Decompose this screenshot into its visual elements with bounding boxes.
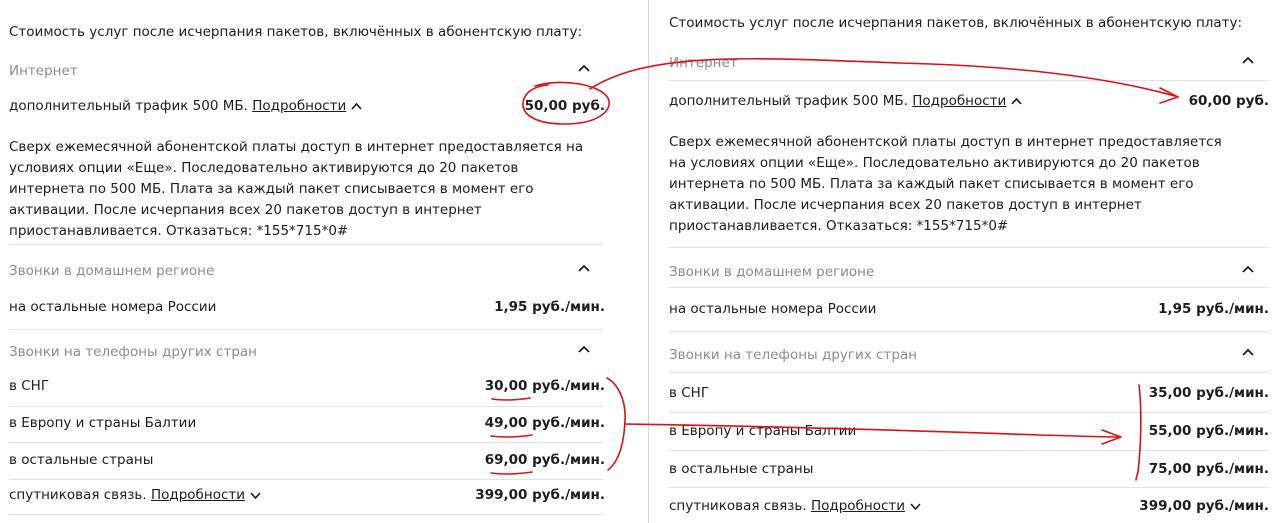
- section-intl-calls[interactable]: Звонки на телефоны других стран: [669, 344, 1269, 363]
- row-other-numbers: на остальные номера России 1,95 руб./мин…: [9, 299, 605, 319]
- other-countries-label: в остальные страны: [9, 452, 154, 468]
- satellite-details-link[interactable]: Подробности: [811, 498, 905, 514]
- europe-price: 49,00 руб./мин.: [484, 415, 605, 431]
- description-line: на условиях опции «Еще». Последовательно…: [669, 155, 1200, 171]
- europe-price: 55,00 руб./мин.: [1148, 423, 1269, 439]
- satellite-label: спутниковая связь. Подробности: [669, 498, 921, 514]
- section-header-home-calls: Звонки в домашнем регионе: [669, 264, 875, 280]
- tariff-title: Стоимость услуг после исчерпания пакетов…: [669, 15, 1243, 31]
- other-countries-price: 69,00 руб./мин.: [484, 452, 605, 468]
- chevron-up-icon[interactable]: [577, 61, 591, 75]
- divider: [9, 442, 603, 443]
- europe-label: в Европу и страны Балтии: [9, 415, 197, 431]
- divider: [669, 487, 1269, 488]
- satellite-price: 399,00 руб./мин.: [1139, 498, 1269, 514]
- cis-label: в СНГ: [9, 378, 50, 394]
- chevron-up-icon[interactable]: [577, 342, 591, 356]
- cis-price: 35,00 руб./мин.: [1148, 385, 1269, 401]
- description-line: Сверх ежемесячной абонентской платы дост…: [669, 134, 1222, 150]
- extra-traffic-label: дополнительный трафик 500 МБ. Подробност…: [9, 98, 362, 114]
- internet-description: Сверх ежемесячной абонентской платы дост…: [9, 137, 609, 242]
- chevron-up-icon[interactable]: [1241, 345, 1255, 359]
- divider: [669, 247, 1269, 248]
- extra-traffic-text: дополнительный трафик 500 МБ.: [9, 98, 248, 114]
- extra-traffic-label: дополнительный трафик 500 МБ. Подробност…: [669, 93, 1022, 109]
- divider: [669, 80, 1269, 81]
- description-line: активации. После исчерпания всех 20 паке…: [9, 202, 482, 218]
- chevron-down-icon[interactable]: [910, 502, 921, 510]
- description-line: активации. После исчерпания всех 20 паке…: [669, 197, 1142, 213]
- row-extra-traffic: дополнительный трафик 500 МБ. Подробност…: [669, 93, 1269, 113]
- description-line: интернета по 500 МБ. Плата за каждый пак…: [9, 181, 534, 197]
- satellite-label: спутниковая связь. Подробности: [9, 487, 261, 503]
- divider: [669, 372, 1269, 373]
- other-numbers-price: 1,95 руб./мин.: [1158, 301, 1269, 317]
- divider: [9, 406, 603, 407]
- extra-traffic-price: 50,00 руб.: [524, 98, 605, 114]
- section-home-calls[interactable]: Звонки в домашнем регионе: [669, 261, 1269, 280]
- extra-traffic-price: 60,00 руб.: [1188, 93, 1269, 109]
- row-europe: в Европу и страны Балтии 49,00 руб./мин.: [9, 415, 605, 435]
- chevron-down-icon[interactable]: [250, 491, 261, 499]
- row-cis: в СНГ 35,00 руб./мин.: [669, 385, 1269, 405]
- other-countries-price: 75,00 руб./мин.: [1148, 461, 1269, 477]
- row-cis: в СНГ 30,00 руб./мин.: [9, 378, 605, 398]
- details-link[interactable]: Подробности: [252, 98, 346, 114]
- section-internet[interactable]: Интернет: [669, 52, 1269, 71]
- row-satellite: спутниковая связь. Подробности 399,00 ру…: [9, 487, 605, 507]
- section-header-home-calls: Звонки в домашнем регионе: [9, 263, 215, 279]
- divider: [669, 331, 1269, 332]
- cis-price: 30,00 руб./мин.: [484, 378, 605, 394]
- tariff-title: Стоимость услуг после исчерпания пакетов…: [9, 24, 583, 40]
- divider: [9, 329, 603, 330]
- section-header-intl-calls: Звонки на телефоны других стран: [669, 347, 917, 363]
- satellite-text: спутниковая связь.: [9, 487, 147, 503]
- divider: [669, 287, 1269, 288]
- internet-description: Сверх ежемесячной абонентской платы дост…: [669, 132, 1269, 237]
- section-header-internet: Интернет: [9, 63, 78, 79]
- divider: [9, 514, 603, 515]
- details-link[interactable]: Подробности: [912, 93, 1006, 109]
- chevron-up-icon[interactable]: [351, 102, 362, 110]
- divider: [9, 479, 603, 480]
- chevron-up-icon[interactable]: [577, 261, 591, 275]
- other-countries-label: в остальные страны: [669, 461, 814, 477]
- divider: [669, 412, 1269, 413]
- row-other-countries: в остальные страны 69,00 руб./мин.: [9, 452, 605, 472]
- right-tariff-panel: Стоимость услуг после исчерпания пакетов…: [651, 0, 1280, 523]
- description-line: условиях опции «Еще». Последовательно ак…: [9, 160, 519, 176]
- left-tariff-panel: Стоимость услуг после исчерпания пакетов…: [0, 0, 626, 523]
- description-line: интернета по 500 МБ. Плата за каждый пак…: [669, 176, 1194, 192]
- chevron-up-icon[interactable]: [1011, 97, 1022, 105]
- description-line: Сверх ежемесячной абонентской платы дост…: [9, 139, 584, 155]
- europe-label: в Европу и страны Балтии: [669, 423, 857, 439]
- divider: [669, 450, 1269, 451]
- cis-label: в СНГ: [669, 385, 710, 401]
- satellite-price: 399,00 руб./мин.: [475, 487, 605, 503]
- other-numbers-label: на остальные номера России: [669, 301, 877, 317]
- divider: [9, 244, 603, 245]
- row-satellite: спутниковая связь. Подробности 399,00 ру…: [669, 498, 1269, 518]
- panel-divider: [648, 0, 649, 523]
- row-extra-traffic: дополнительный трафик 500 МБ. Подробност…: [9, 98, 605, 118]
- section-header-intl-calls: Звонки на телефоны других стран: [9, 344, 257, 360]
- row-europe: в Европу и страны Балтии 55,00 руб./мин.: [669, 423, 1269, 443]
- other-numbers-price: 1,95 руб./мин.: [494, 299, 605, 315]
- chevron-up-icon[interactable]: [1241, 53, 1255, 67]
- extra-traffic-text: дополнительный трафик 500 МБ.: [669, 93, 908, 109]
- section-home-calls[interactable]: Звонки в домашнем регионе: [9, 260, 605, 279]
- chevron-up-icon[interactable]: [1241, 262, 1255, 276]
- satellite-text: спутниковая связь.: [669, 498, 807, 514]
- satellite-details-link[interactable]: Подробности: [151, 487, 245, 503]
- row-other-countries: в остальные страны 75,00 руб./мин.: [669, 461, 1269, 481]
- description-line: приостанавливается. Отказаться: *155*715…: [669, 218, 1009, 234]
- description-line: приостанавливается. Отказаться: *155*715…: [9, 223, 349, 239]
- section-internet[interactable]: Интернет: [9, 60, 605, 79]
- row-other-numbers: на остальные номера России 1,95 руб./мин…: [669, 301, 1269, 321]
- section-intl-calls[interactable]: Звонки на телефоны других стран: [9, 341, 605, 360]
- other-numbers-label: на остальные номера России: [9, 299, 217, 315]
- section-header-internet: Интернет: [669, 55, 738, 71]
